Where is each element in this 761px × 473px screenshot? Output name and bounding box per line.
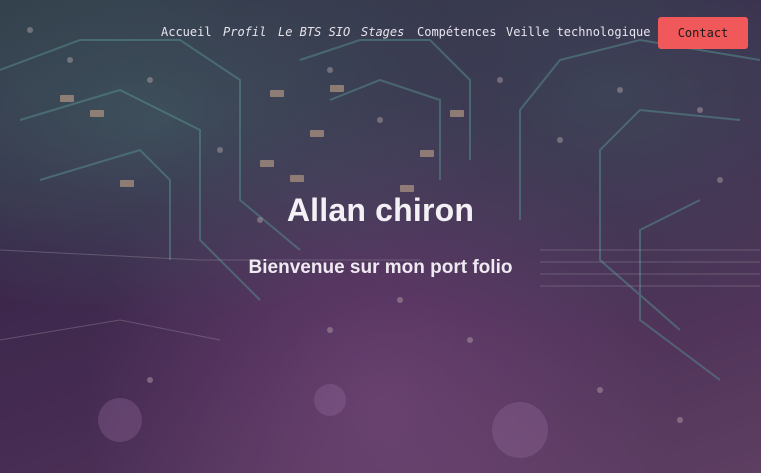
nav-item-bts-sio[interactable]: Le BTS SIO bbox=[278, 25, 350, 39]
nav-item-profil[interactable]: Profil bbox=[223, 25, 266, 39]
nav-item-accueil[interactable]: Accueil bbox=[161, 25, 212, 39]
hero-tint-overlay bbox=[0, 0, 761, 473]
nav-item-stages[interactable]: Stages bbox=[361, 25, 404, 39]
nav-item-veille-technologique[interactable]: Veille technologique bbox=[506, 25, 651, 39]
hero-section: Accueil Profil Le BTS SIO Stages Compéte… bbox=[0, 0, 761, 473]
hero-subtitle: Bienvenue sur mon port folio bbox=[248, 257, 513, 278]
nav-item-competences[interactable]: Compétences bbox=[417, 25, 496, 39]
hero-title: Allan chiron bbox=[286, 192, 475, 228]
main-navigation: Accueil Profil Le BTS SIO Stages Compéte… bbox=[0, 17, 761, 49]
contact-button[interactable]: Contact bbox=[658, 17, 748, 49]
